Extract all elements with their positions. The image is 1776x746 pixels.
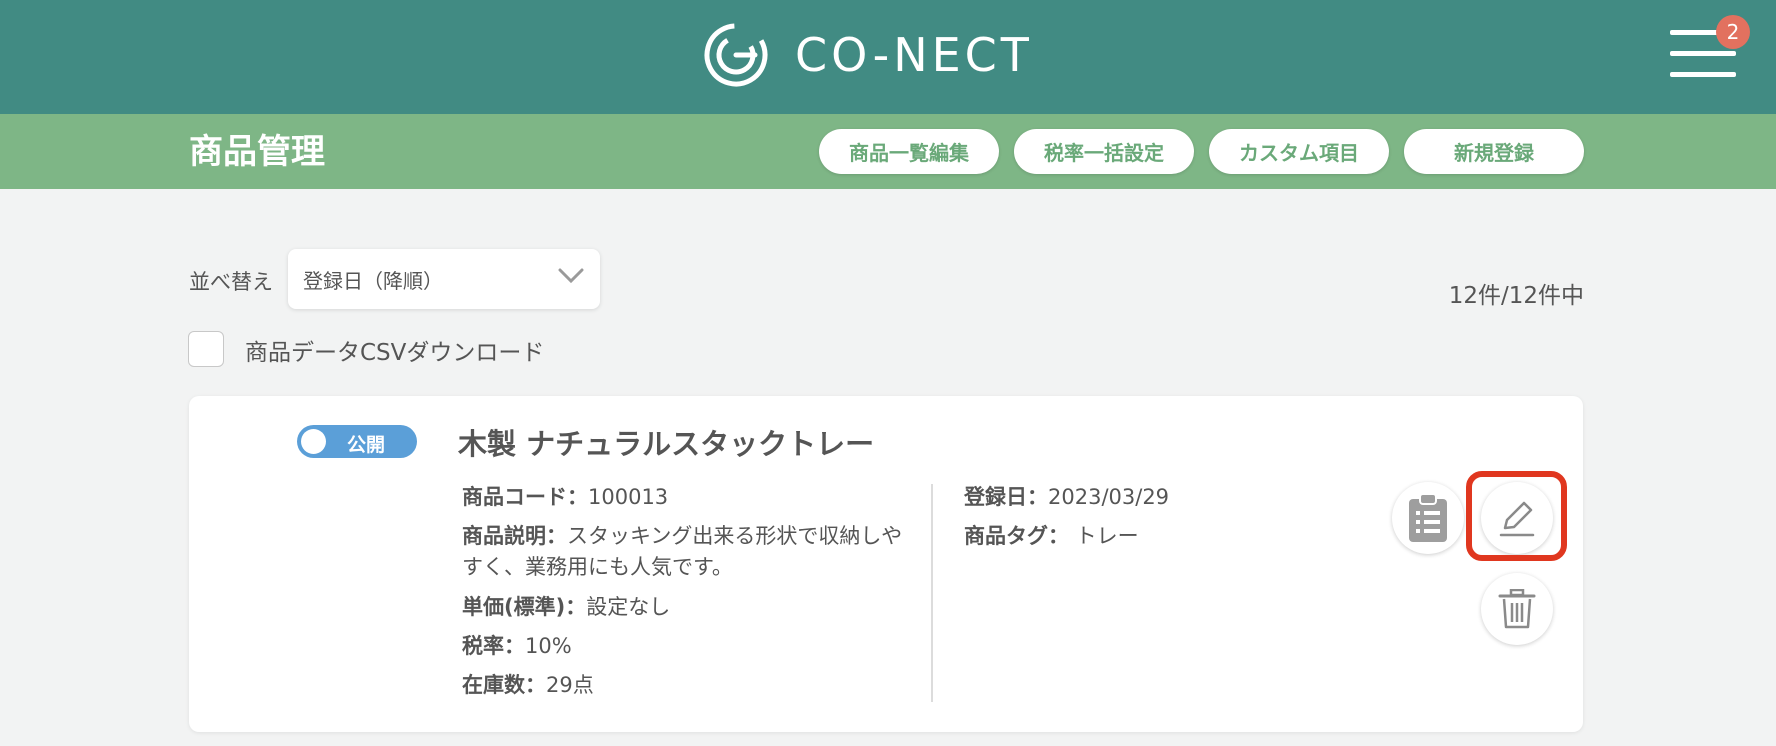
- product-code: 商品コード：100013: [462, 482, 668, 513]
- tax-bulk-setting-button[interactable]: 税率一括設定: [1014, 129, 1194, 174]
- brand-logo[interactable]: CO-NECT: [703, 20, 1033, 90]
- notification-badge: 2: [1716, 15, 1750, 49]
- registration-date-value: 2023/03/29: [1048, 485, 1170, 509]
- product-stock: 在庫数：29点: [462, 670, 594, 701]
- clipboard-icon: [1409, 493, 1447, 542]
- chevron-down-icon: [558, 268, 584, 284]
- toggle-knob: [301, 429, 326, 454]
- product-tax-value: 10%: [525, 634, 572, 658]
- product-stock-value: 29点: [546, 673, 594, 697]
- csv-download-checkbox[interactable]: [188, 331, 224, 367]
- edit-button-highlight: [1466, 471, 1567, 561]
- product-stock-label: 在庫数：: [462, 673, 546, 697]
- publish-status-label: 公開: [347, 434, 386, 456]
- product-tax: 税率：10%: [462, 631, 572, 662]
- sort-select[interactable]: 登録日（降順）: [288, 249, 600, 309]
- product-price-value: 設定なし: [586, 595, 671, 619]
- custom-fields-button[interactable]: カスタム項目: [1209, 129, 1389, 174]
- registration-date-label: 登録日：: [964, 485, 1048, 509]
- result-count: 12件/12件中: [1448, 283, 1584, 309]
- card-divider: [931, 484, 933, 702]
- product-description: 商品説明：スタッキング出来る形状で収納しやすく、業務用にも人気です。: [462, 521, 902, 583]
- product-price-label: 単価(標準)：: [462, 595, 587, 619]
- new-registration-button[interactable]: 新規登録: [1404, 129, 1584, 174]
- sort-label: 並べ替え: [189, 270, 273, 294]
- publish-toggle[interactable]: 公開: [297, 425, 417, 458]
- details-button[interactable]: [1392, 482, 1464, 554]
- product-code-label: 商品コード：: [462, 485, 588, 509]
- product-description-line2: すく、業務用にも人気です。: [462, 555, 733, 579]
- product-code-value: 100013: [588, 485, 669, 509]
- trash-icon: [1498, 589, 1536, 629]
- product-tax-label: 税率：: [462, 634, 525, 658]
- page-title: 商品管理: [189, 132, 325, 172]
- product-description-line1: スタッキング出来る形状で収納しや: [567, 524, 903, 548]
- product-price: 単価(標準)：設定なし: [462, 592, 670, 623]
- brand-name: CO-NECT: [795, 28, 1033, 82]
- bulk-edit-button[interactable]: 商品一覧編集: [819, 129, 999, 174]
- sort-select-value: 登録日（降順）: [303, 269, 443, 293]
- delete-button[interactable]: [1481, 573, 1553, 645]
- product-description-label: 商品説明：: [462, 524, 567, 548]
- registration-date: 登録日：2023/03/29: [964, 482, 1169, 513]
- csv-download-label[interactable]: 商品データCSVダウンロード: [245, 333, 544, 367]
- product-tags-value: トレー: [1069, 524, 1139, 548]
- product-name: 木製 ナチュラルスタックトレー: [458, 427, 875, 461]
- product-tags-label: 商品タグ：: [964, 524, 1069, 548]
- conect-logo-icon: [704, 23, 768, 87]
- product-tags: 商品タグ： トレー: [964, 521, 1139, 552]
